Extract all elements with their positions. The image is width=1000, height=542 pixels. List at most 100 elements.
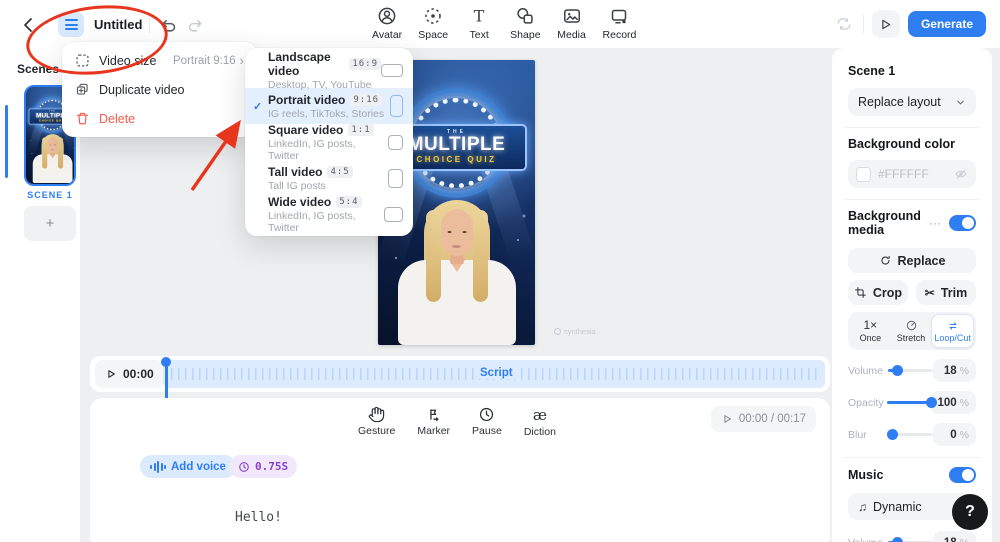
chevron-right-icon: › <box>240 54 244 67</box>
tool-record[interactable]: Record <box>603 6 637 41</box>
volume-value[interactable]: 18 % <box>933 359 976 382</box>
plus-icon: + <box>46 215 55 232</box>
add-scene-button[interactable]: + <box>24 206 76 241</box>
fit-loop-cut-option[interactable]: Loop/Cut <box>931 314 974 348</box>
script-marker[interactable]: Script <box>475 367 518 379</box>
generate-button[interactable]: Generate <box>908 11 986 37</box>
color-swatch <box>856 167 871 182</box>
video-editor-app: Untitled Avatar Space T Text Shape <box>0 0 1000 542</box>
timeline-play-button[interactable]: 00:00 <box>95 360 164 388</box>
aspect-9-16-icon <box>390 95 403 117</box>
size-option-portrait[interactable]: ✓ Portrait video 9:16 IG reels, TikToks,… <box>245 88 413 124</box>
refresh-icon <box>879 254 892 267</box>
crop-trim-row: Crop ✂ Trim <box>848 280 976 305</box>
redo-icon <box>186 16 205 35</box>
video-size-current-value: Portrait 9:16 <box>173 55 236 67</box>
menu-item-duplicate-video[interactable]: Duplicate video <box>62 75 257 104</box>
scene-playback-button[interactable]: 00:00 / 00:17 <box>711 406 816 432</box>
help-button[interactable]: ? <box>952 494 988 530</box>
music-row: Music <box>848 467 976 483</box>
background-media-label: Background media <box>848 209 929 237</box>
music-volume-value[interactable]: 18 % <box>933 531 976 542</box>
tool-text[interactable]: T Text <box>464 6 494 41</box>
menu-item-video-size[interactable]: Video size Portrait 9:16 › <box>62 46 257 75</box>
clock-icon <box>238 461 250 473</box>
timeline-track[interactable]: Script <box>163 360 825 388</box>
marker-button[interactable]: Marker <box>417 406 450 438</box>
background-color-label: Background color <box>848 137 976 151</box>
tool-shape[interactable]: Shape <box>510 6 540 41</box>
project-menu-button[interactable] <box>58 12 84 37</box>
project-title: Untitled <box>94 17 142 32</box>
scissors-icon: ✂ <box>925 287 935 299</box>
size-option-landscape[interactable]: Landscape video 16:9 Desktop, TV, YouTub… <box>245 52 413 88</box>
question-mark-icon: ? <box>965 503 975 521</box>
play-icon <box>878 17 893 32</box>
music-toggle[interactable] <box>949 467 976 483</box>
gauge-icon <box>905 319 918 332</box>
current-time: 00:00 <box>123 367 154 381</box>
crop-button[interactable]: Crop <box>848 280 908 305</box>
pause-duration-chip[interactable]: 0.75S <box>229 455 297 478</box>
opacity-slider[interactable] <box>887 401 931 404</box>
divider <box>844 457 980 458</box>
size-option-square[interactable]: Square video 1:1 LinkedIn, IG posts, Twi… <box>245 124 413 160</box>
header-actions: Generate <box>833 10 986 38</box>
opacity-slider-row: Opacity 100 % <box>848 391 976 414</box>
script-text[interactable]: Hello! <box>235 510 282 525</box>
background-media-toggle[interactable] <box>949 215 976 231</box>
pause-button[interactable]: Pause <box>472 406 502 438</box>
back-button[interactable] <box>18 14 40 36</box>
blur-value[interactable]: 0 % <box>933 423 976 446</box>
undo-button[interactable] <box>157 14 179 36</box>
diction-button[interactable]: æ Diction <box>524 406 556 438</box>
project-context-menu: Video size Portrait 9:16 › Duplicate vid… <box>62 42 257 137</box>
play-icon <box>721 413 733 425</box>
color-hex-value: #FFFFFF <box>878 167 929 181</box>
space-icon <box>423 6 443 26</box>
tool-space[interactable]: Space <box>418 6 448 41</box>
add-voice-button[interactable]: Add voice <box>140 455 236 478</box>
more-options-icon[interactable]: ··· <box>929 216 941 230</box>
undo-icon <box>159 16 178 35</box>
playhead-line <box>165 365 168 399</box>
fit-stretch-option[interactable]: Stretch <box>891 314 932 348</box>
sync-button[interactable] <box>833 13 855 35</box>
opacity-value[interactable]: 100 % <box>930 391 976 414</box>
fit-once-option[interactable]: 1× Once <box>850 314 891 348</box>
trim-button[interactable]: ✂ Trim <box>916 280 976 305</box>
check-icon: ✓ <box>253 100 268 113</box>
replace-layout-select[interactable]: Replace layout <box>848 88 976 116</box>
aspect-16-9-icon <box>381 64 403 77</box>
gesture-button[interactable]: Gesture <box>358 406 395 438</box>
shape-icon <box>515 6 535 26</box>
chevron-down-icon <box>955 97 966 108</box>
divider <box>863 15 864 33</box>
sync-icon <box>835 15 853 33</box>
eye-off-icon[interactable] <box>954 167 968 181</box>
menu-item-delete[interactable]: Delete <box>62 104 257 133</box>
watermark-ring-icon <box>554 328 561 335</box>
chevron-left-icon <box>19 15 39 35</box>
marker-flag-icon <box>425 406 442 423</box>
hamburger-icon <box>65 19 78 21</box>
script-panel: Gesture Marker Pause æ Diction 00:00 / 0… <box>90 398 830 542</box>
volume-slider[interactable] <box>888 369 933 372</box>
volume-slider-row: Volume 18 % <box>848 359 976 382</box>
replace-media-button[interactable]: Replace <box>848 248 976 273</box>
tool-media[interactable]: Media <box>557 6 587 41</box>
tool-avatar[interactable]: Avatar <box>372 6 402 41</box>
svg-text:T: T <box>474 7 485 26</box>
preview-play-button[interactable] <box>872 10 900 38</box>
redo-button[interactable] <box>184 14 206 36</box>
scene-label: SCENE 1 <box>12 190 88 200</box>
size-option-wide[interactable]: Wide video 5:4 LinkedIn, IG posts, Twitt… <box>245 196 413 232</box>
size-option-tall[interactable]: Tall video 4:5 Tall IG posts <box>245 160 413 196</box>
blur-slider[interactable] <box>888 433 933 436</box>
background-color-field[interactable]: #FFFFFF <box>848 160 976 188</box>
crop-icon <box>854 286 867 299</box>
avatar-icon <box>377 6 397 26</box>
video-size-submenu: Landscape video 16:9 Desktop, TV, YouTub… <box>245 48 413 236</box>
divider <box>844 127 980 128</box>
dashed-frame-icon <box>75 53 90 68</box>
